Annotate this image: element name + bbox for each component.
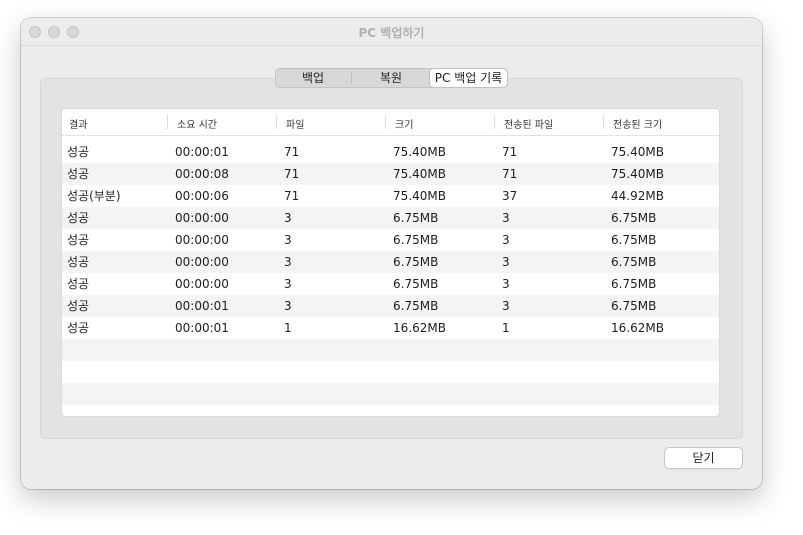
table-row[interactable]: 성공(부분) 00:00:06 71 75.40MB 37 44.92MB (62, 185, 719, 207)
column-divider (603, 115, 604, 129)
column-header-size[interactable]: 크기 (395, 116, 413, 131)
cell-transferred-size: 6.75MB (611, 277, 657, 291)
cell-result: 성공 (67, 277, 90, 291)
tab-backup[interactable]: 백업 (277, 69, 349, 87)
cell-size: 75.40MB (393, 167, 446, 181)
table-row[interactable]: 성공 00:00:08 71 75.40MB 71 75.40MB (62, 163, 719, 185)
cell-transferred-size: 75.40MB (611, 145, 664, 159)
cell-transferred-files: 1 (502, 321, 510, 335)
cell-files: 3 (284, 299, 292, 313)
empty-row (62, 383, 719, 405)
cell-duration: 00:00:00 (175, 233, 229, 247)
history-table: 결과 소요 시간 파일 크기 전송된 파일 전송된 크기 성공 00:00:01 7… (61, 108, 720, 417)
cell-files: 3 (284, 277, 292, 291)
cell-size: 16.62MB (393, 321, 446, 335)
column-divider (167, 115, 168, 129)
cell-duration: 00:00:01 (175, 321, 229, 335)
cell-transferred-files: 71 (502, 167, 518, 181)
empty-row (62, 361, 719, 383)
close-button[interactable]: 닫기 (664, 447, 743, 469)
cell-files: 3 (284, 233, 292, 247)
column-divider (494, 115, 495, 129)
column-header-files[interactable]: 파일 (286, 116, 304, 131)
cell-size: 6.75MB (393, 255, 439, 269)
tab-control: 백업 복원 PC 백업 기록 (275, 68, 508, 88)
cell-duration: 00:00:00 (175, 255, 229, 269)
table-row[interactable]: 성공 00:00:00 3 6.75MB 3 6.75MB (62, 273, 719, 295)
cell-result: 성공 (67, 255, 90, 269)
tab-backup-history[interactable]: PC 백업 기록 (430, 69, 507, 87)
cell-files: 3 (284, 255, 292, 269)
cell-transferred-files: 37 (502, 189, 518, 203)
cell-result: 성공(부분) (67, 189, 121, 203)
cell-size: 6.75MB (393, 299, 439, 313)
cell-duration: 00:00:00 (175, 277, 229, 291)
cell-files: 1 (284, 321, 292, 335)
cell-size: 75.40MB (393, 145, 446, 159)
cell-transferred-size: 75.40MB (611, 167, 664, 181)
backup-window: PC 백업하기 백업 복원 PC 백업 기록 결과 소요 시간 파일 크기 전송… (21, 18, 762, 489)
cell-transferred-files: 3 (502, 255, 510, 269)
column-header-transferred-size[interactable]: 전송된 크기 (613, 116, 662, 131)
cell-size: 6.75MB (393, 211, 439, 225)
table-row[interactable]: 성공 00:00:01 3 6.75MB 3 6.75MB (62, 295, 719, 317)
cell-result: 성공 (67, 167, 90, 181)
title-bar[interactable]: PC 백업하기 (21, 18, 762, 46)
tab-divider (351, 73, 352, 83)
cell-files: 71 (284, 145, 300, 159)
cell-transferred-size: 6.75MB (611, 211, 657, 225)
cell-transferred-size: 44.92MB (611, 189, 664, 203)
cell-transferred-files: 3 (502, 233, 510, 247)
table-row[interactable]: 성공 00:00:01 71 75.40MB 71 75.40MB (62, 141, 719, 163)
cell-size: 75.40MB (393, 189, 446, 203)
column-header-duration[interactable]: 소요 시간 (177, 116, 217, 131)
cell-result: 성공 (67, 299, 90, 313)
table-header: 결과 소요 시간 파일 크기 전송된 파일 전송된 크기 (62, 109, 719, 136)
cell-files: 71 (284, 189, 300, 203)
table-row[interactable]: 성공 00:00:00 3 6.75MB 3 6.75MB (62, 207, 719, 229)
table-row[interactable]: 성공 00:00:01 1 16.62MB 1 16.62MB (62, 317, 719, 339)
table-row[interactable]: 성공 00:00:00 3 6.75MB 3 6.75MB (62, 229, 719, 251)
cell-duration: 00:00:08 (175, 167, 229, 181)
cell-transferred-files: 3 (502, 211, 510, 225)
cell-duration: 00:00:01 (175, 145, 229, 159)
empty-row (62, 339, 719, 361)
column-divider (276, 115, 277, 129)
cell-result: 성공 (67, 233, 90, 247)
cell-result: 성공 (67, 321, 90, 335)
tab-restore[interactable]: 복원 (353, 69, 429, 87)
cell-transferred-size: 16.62MB (611, 321, 664, 335)
table-row[interactable]: 성공 00:00:00 3 6.75MB 3 6.75MB (62, 251, 719, 273)
cell-size: 6.75MB (393, 277, 439, 291)
cell-transferred-files: 3 (502, 299, 510, 313)
cell-transferred-size: 6.75MB (611, 255, 657, 269)
column-divider (385, 115, 386, 129)
cell-result: 성공 (67, 211, 90, 225)
cell-duration: 00:00:01 (175, 299, 229, 313)
cell-files: 71 (284, 167, 300, 181)
cell-transferred-size: 6.75MB (611, 299, 657, 313)
cell-files: 3 (284, 211, 292, 225)
cell-duration: 00:00:06 (175, 189, 229, 203)
cell-transferred-files: 3 (502, 277, 510, 291)
cell-result: 성공 (67, 145, 90, 159)
column-header-transferred-files[interactable]: 전송된 파일 (504, 116, 553, 131)
cell-transferred-files: 71 (502, 145, 518, 159)
cell-transferred-size: 6.75MB (611, 233, 657, 247)
column-header-result[interactable]: 결과 (69, 116, 87, 131)
window-title: PC 백업하기 (358, 26, 425, 40)
cell-duration: 00:00:00 (175, 211, 229, 225)
cell-size: 6.75MB (393, 233, 439, 247)
